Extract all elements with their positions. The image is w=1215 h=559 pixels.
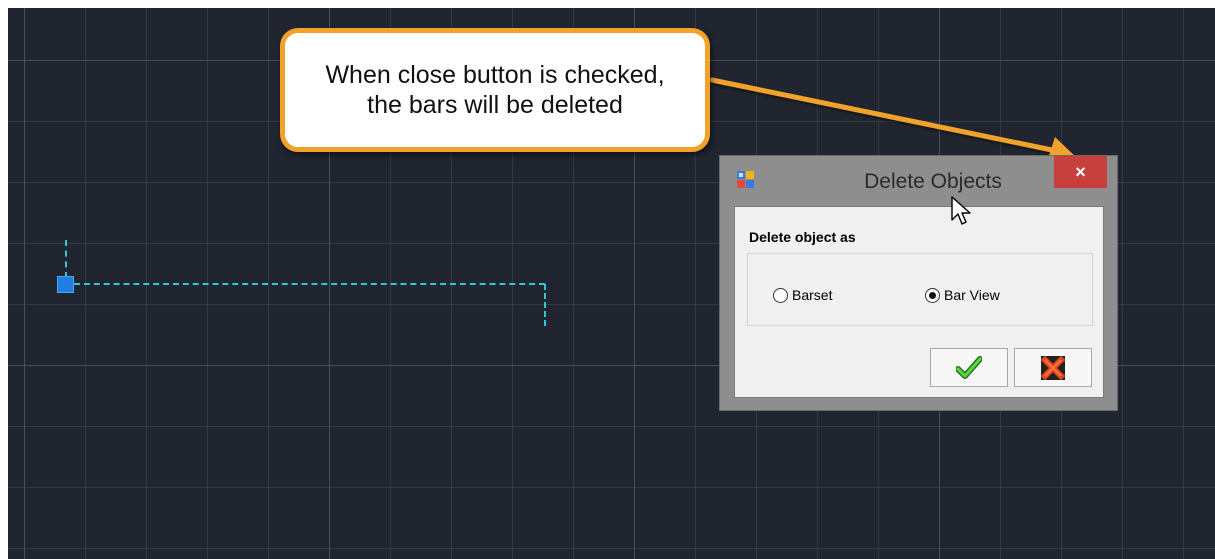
radio-circle-barset[interactable] [773, 287, 788, 303]
mouse-cursor-icon [951, 196, 971, 225]
cross-icon [1041, 355, 1065, 380]
callout-text: When close button is checked, the bars w… [325, 61, 665, 119]
radio-circle-bar-view[interactable] [925, 287, 940, 303]
ok-button[interactable] [930, 348, 1008, 387]
radio-barset[interactable]: Barset [773, 287, 832, 303]
checkmark-icon [956, 355, 982, 379]
radio-label-barset: Barset [792, 287, 833, 303]
close-button[interactable]: × [1054, 156, 1107, 188]
radio-label-bar-view: Bar View [944, 287, 1000, 303]
dialog-title: Delete Objects [864, 170, 1002, 193]
delete-objects-dialog: Delete Objects × Delete object as Barset… [719, 155, 1118, 411]
cancel-button[interactable] [1014, 348, 1092, 387]
callout-box: When close button is checked, the bars w… [280, 28, 710, 152]
radio-selected-dot [929, 291, 936, 299]
group-label: Delete object as [749, 229, 856, 245]
close-icon: × [1075, 161, 1086, 182]
radio-group: Barset Bar View [747, 253, 1093, 326]
dialog-body: Delete object as Barset Bar View [734, 206, 1104, 398]
radio-bar-view[interactable]: Bar View [925, 287, 1000, 303]
dialog-titlebar[interactable]: Delete Objects × [720, 156, 1117, 206]
app-icon [737, 171, 754, 188]
